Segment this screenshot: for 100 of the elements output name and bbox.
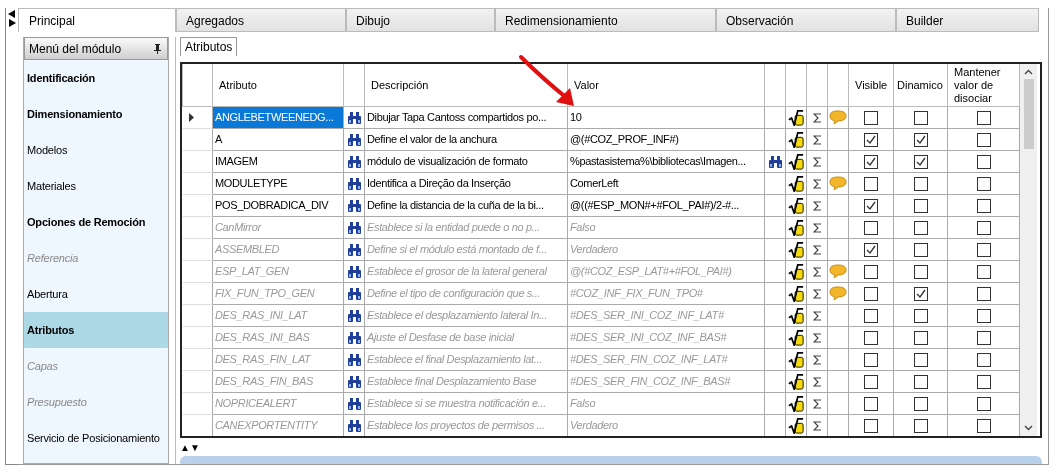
menu-item[interactable]: Modelos (24, 132, 168, 168)
checkbox[interactable] (864, 352, 878, 367)
menu-item[interactable]: Identificación (24, 60, 168, 96)
sigma-icon[interactable] (812, 156, 822, 167)
formula-icon[interactable] (788, 395, 804, 412)
checkbox[interactable] (864, 198, 878, 213)
checkbox[interactable] (976, 352, 991, 367)
sigma-icon[interactable] (812, 398, 822, 409)
checkbox[interactable] (864, 110, 878, 125)
checkbox[interactable] (864, 176, 878, 191)
checkbox[interactable] (913, 132, 928, 147)
checkbox[interactable] (864, 286, 878, 301)
formula-icon[interactable] (788, 351, 804, 368)
tab[interactable]: Agregados (176, 8, 346, 32)
formula-icon[interactable] (788, 219, 804, 236)
binoculars-icon[interactable] (346, 176, 362, 191)
checkbox[interactable] (864, 220, 878, 235)
sigma-icon[interactable] (812, 134, 822, 145)
checkbox[interactable] (976, 396, 991, 411)
menu-item[interactable]: Atributos (24, 312, 168, 348)
binoculars-icon[interactable] (346, 242, 362, 257)
tab[interactable]: Dibujo (346, 8, 495, 32)
checkbox[interactable] (976, 374, 991, 389)
binoculars-icon[interactable] (346, 198, 362, 213)
value-cell[interactable]: %pastasistema%\bibliotecas\Imagen... (567, 150, 765, 173)
checkbox[interactable] (913, 418, 928, 433)
column-header[interactable]: Visible (848, 64, 894, 107)
tab[interactable]: Redimensionamiento (495, 8, 716, 32)
checkbox[interactable] (976, 198, 991, 213)
binoculars-icon[interactable] (346, 264, 362, 279)
column-header[interactable]: Atributo (212, 64, 344, 107)
sigma-icon[interactable] (812, 420, 822, 431)
checkbox[interactable] (864, 308, 878, 323)
checkbox[interactable] (913, 286, 928, 301)
checkbox[interactable] (913, 242, 928, 257)
sigma-icon[interactable] (812, 178, 822, 189)
checkbox[interactable] (913, 264, 928, 279)
checkbox[interactable] (976, 242, 991, 257)
checkbox[interactable] (864, 418, 878, 433)
checkbox[interactable] (913, 154, 928, 169)
binoculars-icon[interactable] (346, 286, 362, 301)
formula-icon[interactable] (788, 175, 804, 192)
checkbox[interactable] (976, 110, 991, 125)
scroll-up-icon[interactable] (1024, 69, 1033, 75)
binoculars-icon[interactable] (346, 132, 362, 147)
sigma-icon[interactable] (812, 244, 822, 255)
binoculars-icon[interactable] (346, 220, 362, 235)
checkbox[interactable] (913, 176, 928, 191)
sigma-icon[interactable] (812, 354, 822, 365)
formula-icon[interactable] (788, 153, 804, 170)
sigma-icon[interactable] (812, 310, 822, 321)
formula-icon[interactable] (788, 131, 804, 148)
formula-icon[interactable] (788, 197, 804, 214)
expand-right-icon[interactable] (8, 19, 16, 27)
sigma-icon[interactable] (812, 288, 822, 299)
checkbox[interactable] (976, 264, 991, 279)
binoculars-icon[interactable] (767, 154, 783, 169)
attribute-cell[interactable]: A (212, 128, 344, 151)
sort-arrows[interactable]: ▲▼ (180, 441, 1042, 456)
scroll-down-icon[interactable] (1024, 425, 1033, 432)
menu-item[interactable]: Opciones de Remoción (24, 204, 168, 240)
sigma-icon[interactable] (812, 376, 822, 387)
menu-item[interactable]: Dimensionamiento (24, 96, 168, 132)
tab[interactable]: Atributos (180, 37, 238, 56)
checkbox[interactable] (913, 308, 928, 323)
formula-icon[interactable] (788, 307, 804, 324)
formula-icon[interactable] (788, 373, 804, 390)
value-cell[interactable]: ComerLeft (567, 172, 765, 195)
value-cell[interactable]: @((#ESP_MON#+#FOL_PAI#)/2-#... (567, 194, 765, 217)
checkbox[interactable] (913, 220, 928, 235)
checkbox[interactable] (864, 264, 878, 279)
binoculars-icon[interactable] (346, 308, 362, 323)
sigma-icon[interactable] (812, 112, 822, 123)
binoculars-icon[interactable] (346, 352, 362, 367)
formula-icon[interactable] (788, 263, 804, 280)
formula-icon[interactable] (788, 285, 804, 302)
scrollbar[interactable] (1020, 64, 1037, 437)
checkbox[interactable] (976, 286, 991, 301)
binoculars-icon[interactable] (346, 154, 362, 169)
tab[interactable]: Principal (18, 8, 176, 32)
binoculars-icon[interactable] (346, 374, 362, 389)
checkbox[interactable] (913, 330, 928, 345)
binoculars-icon[interactable] (346, 110, 362, 125)
attribute-cell[interactable]: POS_DOBRADICA_DIV (212, 194, 344, 217)
checkbox[interactable] (864, 242, 878, 257)
checkbox[interactable] (913, 352, 928, 367)
binoculars-icon[interactable] (346, 418, 362, 433)
column-header[interactable]: Mantener valor de disociar (947, 64, 1020, 107)
tab[interactable]: Observación (716, 8, 896, 32)
value-cell[interactable]: 10 (567, 106, 765, 129)
checkbox[interactable] (976, 132, 991, 147)
sigma-icon[interactable] (812, 266, 822, 277)
checkbox[interactable] (976, 220, 991, 235)
menu-item[interactable]: Servicio de Posicionamiento (24, 420, 168, 456)
checkbox[interactable] (913, 110, 928, 125)
checkbox[interactable] (913, 374, 928, 389)
checkbox[interactable] (864, 154, 878, 169)
column-header[interactable]: Dinamico (893, 64, 948, 107)
menu-item[interactable]: Abertura (24, 276, 168, 312)
attribute-cell[interactable]: MODULETYPE (212, 172, 344, 195)
